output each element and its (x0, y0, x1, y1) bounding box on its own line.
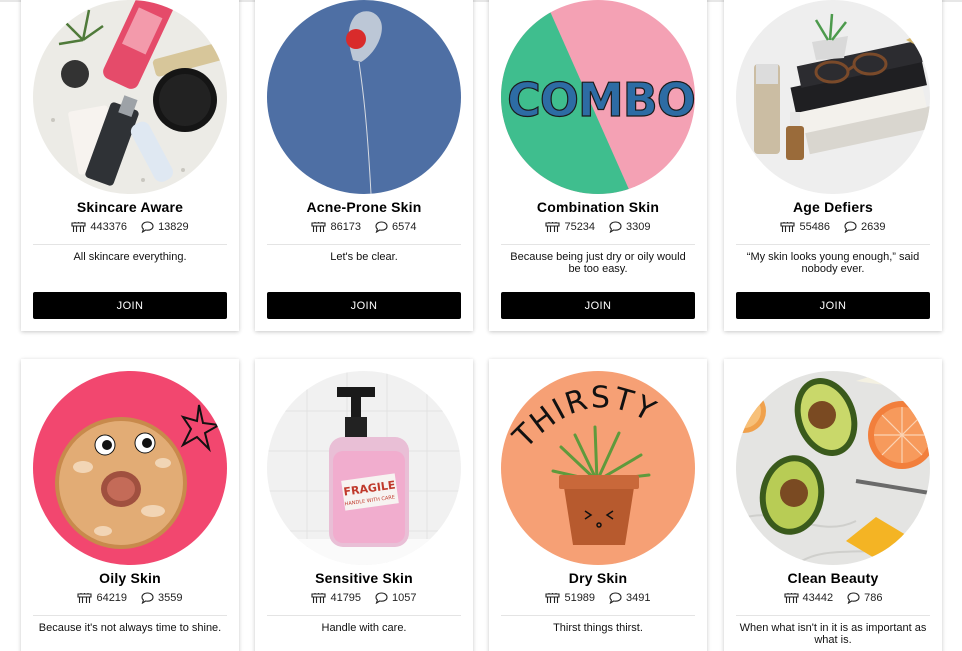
group-description: Let's be clear. (330, 251, 398, 263)
join-button[interactable]: JOIN (736, 292, 930, 319)
group-card-combination-skin[interactable]: COMBO Combination Skin 75234 3309 Becaus… (489, 0, 707, 331)
members-icon (311, 222, 327, 232)
group-card-oily-skin[interactable]: Oily Skin 64219 3559 Because it's not al… (21, 359, 239, 651)
group-stats: 43442 786 (724, 592, 942, 604)
group-description: Handle with care. (321, 622, 407, 634)
fragile-pump-bottle-image: FRAGILE HANDLE WITH CARE (267, 371, 461, 565)
post-count: 3559 (141, 592, 183, 604)
group-description: Because being just dry or oily would be … (510, 251, 686, 275)
member-count: 55486 (780, 221, 830, 233)
group-title[interactable]: Oily Skin (21, 570, 239, 586)
divider (501, 615, 695, 616)
divider (736, 615, 930, 616)
post-count: 13829 (141, 221, 189, 233)
books-glasses-image (736, 0, 930, 194)
divider (736, 244, 930, 245)
group-stats: 443376 13829 (21, 221, 239, 233)
group-card-sensitive-skin[interactable]: FRAGILE HANDLE WITH CARE Sensitive Skin … (255, 359, 473, 651)
comment-bubble-icon (609, 221, 622, 233)
group-stats: 41795 1057 (255, 592, 473, 604)
group-stats: 75234 3309 (489, 221, 707, 233)
members-icon (545, 593, 561, 603)
member-count: 75234 (545, 221, 595, 233)
members-icon (71, 222, 86, 232)
members-icon (77, 593, 93, 603)
group-card-dry-skin[interactable]: THIRSTY Dry Skin 51989 3491 Thirst thing… (489, 359, 707, 651)
group-description: “My skin looks young enough,” said nobod… (746, 251, 920, 275)
member-count: 43442 (783, 592, 833, 604)
group-title[interactable]: Skincare Aware (21, 199, 239, 215)
group-card-skincare-aware[interactable]: Skincare Aware 443376 13829 All skincare… (21, 0, 239, 331)
comment-bubble-icon (141, 221, 154, 233)
post-count: 2639 (844, 221, 886, 233)
combo-letters-image: COMBO (501, 0, 695, 194)
members-icon (311, 593, 327, 603)
skincare-products-image (33, 0, 227, 194)
divider (501, 244, 695, 245)
group-card-acne-prone-skin[interactable]: Acne-Prone Skin 86173 6574 Let's be clea… (255, 0, 473, 331)
group-stats: 86173 6574 (255, 221, 473, 233)
thirsty-plant-image: THIRSTY (501, 371, 695, 565)
group-title[interactable]: Age Defiers (724, 199, 942, 215)
post-count: 786 (847, 592, 882, 604)
member-count: 51989 (545, 592, 595, 604)
group-card-clean-beauty[interactable]: Clean Beauty 43442 786 When what isn't i… (724, 359, 942, 651)
comment-bubble-icon (609, 592, 622, 604)
join-button[interactable]: JOIN (501, 292, 695, 319)
member-count: 443376 (71, 221, 127, 233)
group-title[interactable]: Sensitive Skin (255, 570, 473, 586)
glazed-donut-image (33, 371, 227, 565)
comment-bubble-icon (375, 592, 388, 604)
divider (33, 244, 227, 245)
group-title[interactable]: Dry Skin (489, 570, 707, 586)
divider (33, 615, 227, 616)
divider (267, 244, 461, 245)
post-count: 6574 (375, 221, 417, 233)
group-description: Thirst things thirst. (553, 622, 643, 634)
group-stats: 51989 3491 (489, 592, 707, 604)
group-description: When what isn't in it is as important as… (739, 622, 927, 646)
comment-bubble-icon (375, 221, 388, 233)
comment-bubble-icon (844, 221, 857, 233)
post-count: 3309 (609, 221, 651, 233)
avocado-citrus-image (736, 371, 930, 565)
group-description: Because it's not always time to shine. (38, 622, 222, 634)
group-title[interactable]: Clean Beauty (724, 570, 942, 586)
members-icon (780, 222, 796, 232)
group-description: All skincare everything. (73, 251, 187, 263)
balloon-image (267, 0, 461, 194)
post-count: 3491 (609, 592, 651, 604)
join-button[interactable]: JOIN (267, 292, 461, 319)
members-icon (545, 222, 561, 232)
group-title[interactable]: Acne-Prone Skin (255, 199, 473, 215)
member-count: 41795 (311, 592, 361, 604)
group-title[interactable]: Combination Skin (489, 199, 707, 215)
comment-bubble-icon (141, 592, 154, 604)
join-button[interactable]: JOIN (33, 292, 227, 319)
post-count: 1057 (375, 592, 417, 604)
member-count: 86173 (311, 221, 361, 233)
divider (267, 615, 461, 616)
combo-text: COMBO (507, 73, 695, 127)
members-icon (783, 593, 799, 603)
comment-bubble-icon (847, 592, 860, 604)
group-card-age-defiers[interactable]: Age Defiers 55486 2639 “My skin looks yo… (724, 0, 942, 331)
group-stats: 64219 3559 (21, 592, 239, 604)
member-count: 64219 (77, 592, 127, 604)
group-stats: 55486 2639 (724, 221, 942, 233)
